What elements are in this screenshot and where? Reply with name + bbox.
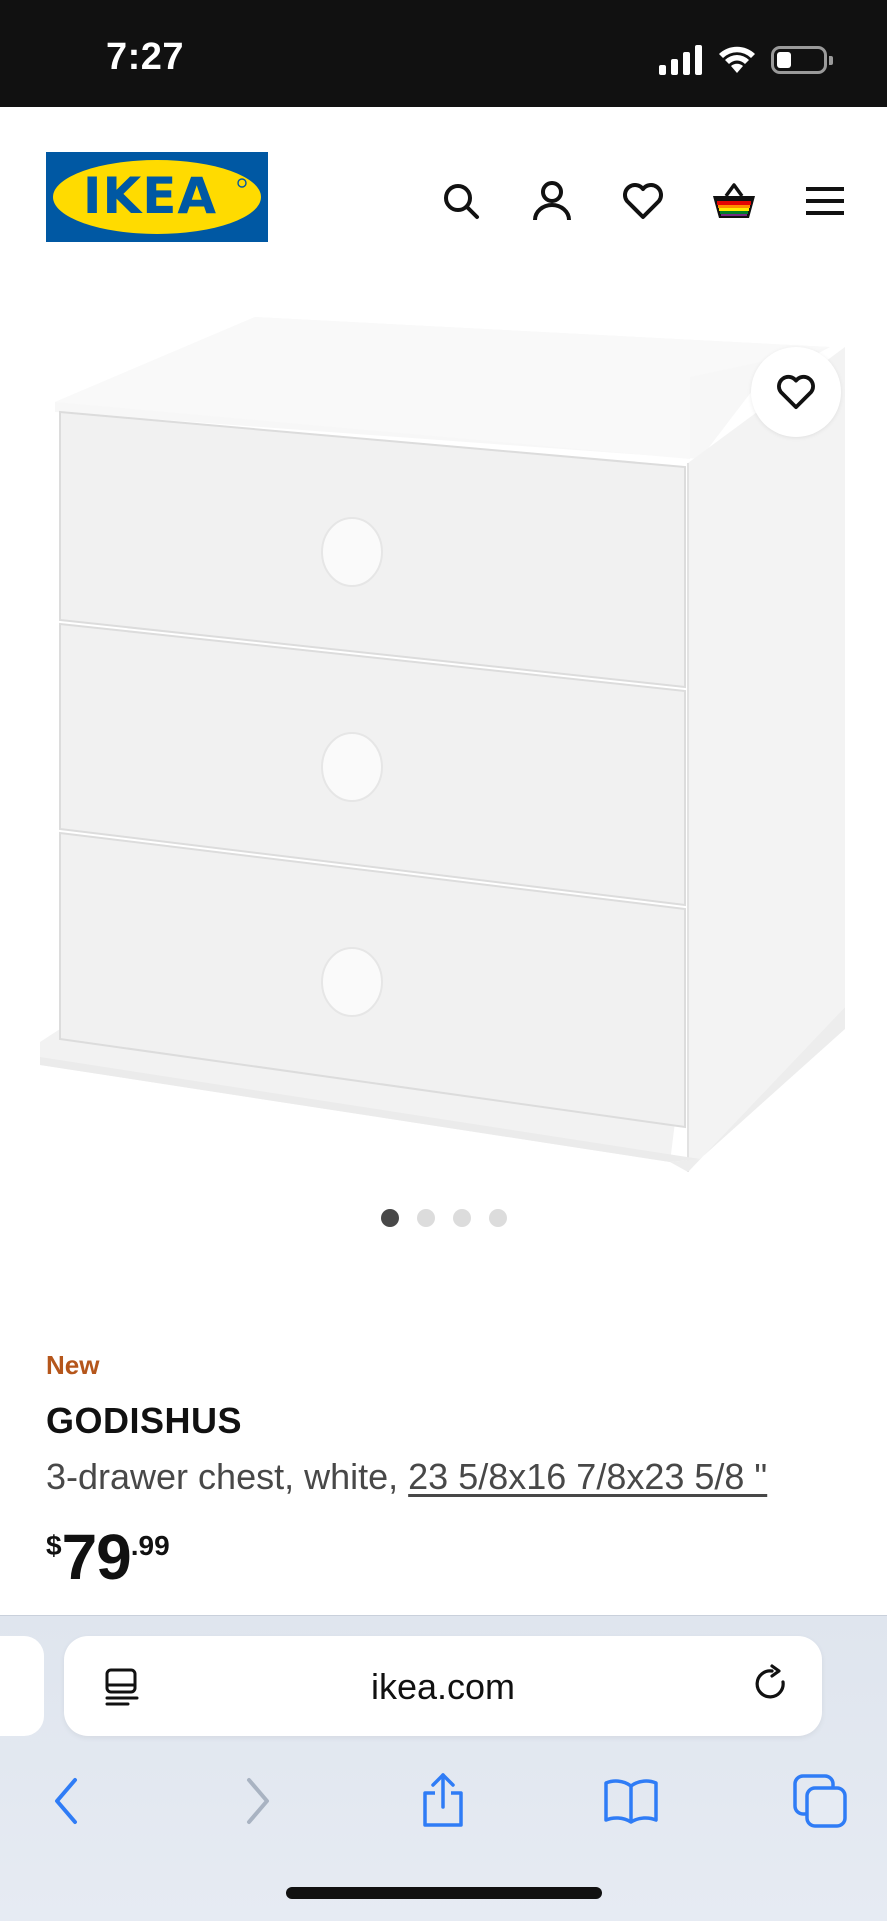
product-description-text: 3-drawer chest, white, xyxy=(46,1456,409,1497)
reload-icon[interactable] xyxy=(752,1664,792,1706)
image-pagination-dots xyxy=(0,1209,887,1227)
previous-tab-card[interactable] xyxy=(0,1636,44,1736)
price-decimal: .99 xyxy=(130,1530,170,1561)
address-bar[interactable]: ikea.com xyxy=(64,1636,822,1736)
product-price: $79.99 xyxy=(46,1520,170,1594)
product-description: 3-drawer chest, white, 23 5/8x16 7/8x23 … xyxy=(46,1456,767,1498)
browser-toolbar xyxy=(0,1756,887,1846)
search-icon[interactable] xyxy=(429,169,493,233)
ikea-logo-mark: IKEA xyxy=(46,152,268,242)
status-icons xyxy=(659,40,833,80)
forward-button[interactable] xyxy=(218,1756,298,1846)
header-icons xyxy=(429,169,857,233)
book-icon xyxy=(604,1779,658,1824)
cart-icon[interactable] xyxy=(702,169,766,233)
product-image[interactable] xyxy=(0,287,887,1187)
tabs-icon xyxy=(793,1774,847,1828)
status-bar: 7:27 xyxy=(0,0,887,107)
chevron-right-icon xyxy=(247,1778,269,1824)
status-time: 7:27 xyxy=(106,36,185,78)
url-text: ikea.com xyxy=(370,1666,516,1707)
pagination-dot[interactable] xyxy=(380,1209,399,1227)
cellular-signal-icon xyxy=(659,45,702,75)
bookmarks-button[interactable] xyxy=(591,1756,671,1846)
pagination-dot[interactable] xyxy=(452,1209,471,1227)
battery-icon xyxy=(771,46,833,74)
tabs-button[interactable] xyxy=(780,1756,860,1846)
chevron-left-icon xyxy=(55,1778,77,1824)
price-currency: $ xyxy=(46,1530,62,1561)
new-badge: New xyxy=(46,1350,100,1380)
product-name: GODISHUS xyxy=(46,1400,243,1441)
drawer-chest-illustration xyxy=(40,317,845,1172)
menu-icon[interactable] xyxy=(793,169,857,233)
share-button[interactable] xyxy=(403,1756,483,1846)
pagination-dot[interactable] xyxy=(416,1209,435,1227)
home-indicator xyxy=(286,1887,602,1899)
wishlist-icon[interactable] xyxy=(611,169,675,233)
account-icon[interactable] xyxy=(520,169,584,233)
heart-icon xyxy=(777,375,815,410)
logo-text: IKEA xyxy=(83,167,217,225)
wifi-icon xyxy=(719,46,755,73)
product-dimensions-link[interactable]: 23 5/8x16 7/8x23 5/8 " xyxy=(408,1456,767,1497)
back-button[interactable] xyxy=(26,1756,106,1846)
add-to-wishlist-button[interactable] xyxy=(751,347,841,437)
pagination-dot[interactable] xyxy=(488,1209,507,1227)
share-icon xyxy=(423,1773,463,1827)
site-header: IKEA xyxy=(0,107,887,287)
ikea-logo[interactable]: IKEA xyxy=(46,152,268,242)
browser-bottom-bar: ikea.com xyxy=(0,1615,887,1921)
price-whole: 79 xyxy=(61,1521,132,1593)
